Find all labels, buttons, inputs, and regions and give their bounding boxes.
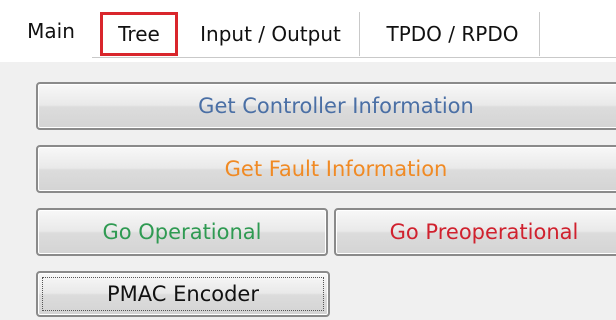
get-fault-information-button[interactable]: Get Fault Information — [36, 145, 616, 193]
go-preoperational-button[interactable]: Go Preoperational — [334, 208, 616, 256]
tab-main[interactable]: Main — [14, 6, 88, 56]
go-operational-button[interactable]: Go Operational — [36, 208, 328, 256]
control-panel: Main Tree Input / Output TPDO / RPDO Get… — [0, 0, 616, 320]
tab-tree[interactable]: Tree — [100, 12, 178, 56]
tab-input-output[interactable]: Input / Output — [182, 12, 360, 56]
tab-divider — [92, 57, 616, 58]
pmac-encoder-button[interactable]: PMAC Encoder — [36, 271, 330, 317]
get-controller-information-button[interactable]: Get Controller Information — [36, 82, 616, 130]
tab-strip: Main Tree Input / Output TPDO / RPDO — [0, 0, 616, 62]
tab-tpdo-rpdo[interactable]: TPDO / RPDO — [366, 12, 540, 56]
